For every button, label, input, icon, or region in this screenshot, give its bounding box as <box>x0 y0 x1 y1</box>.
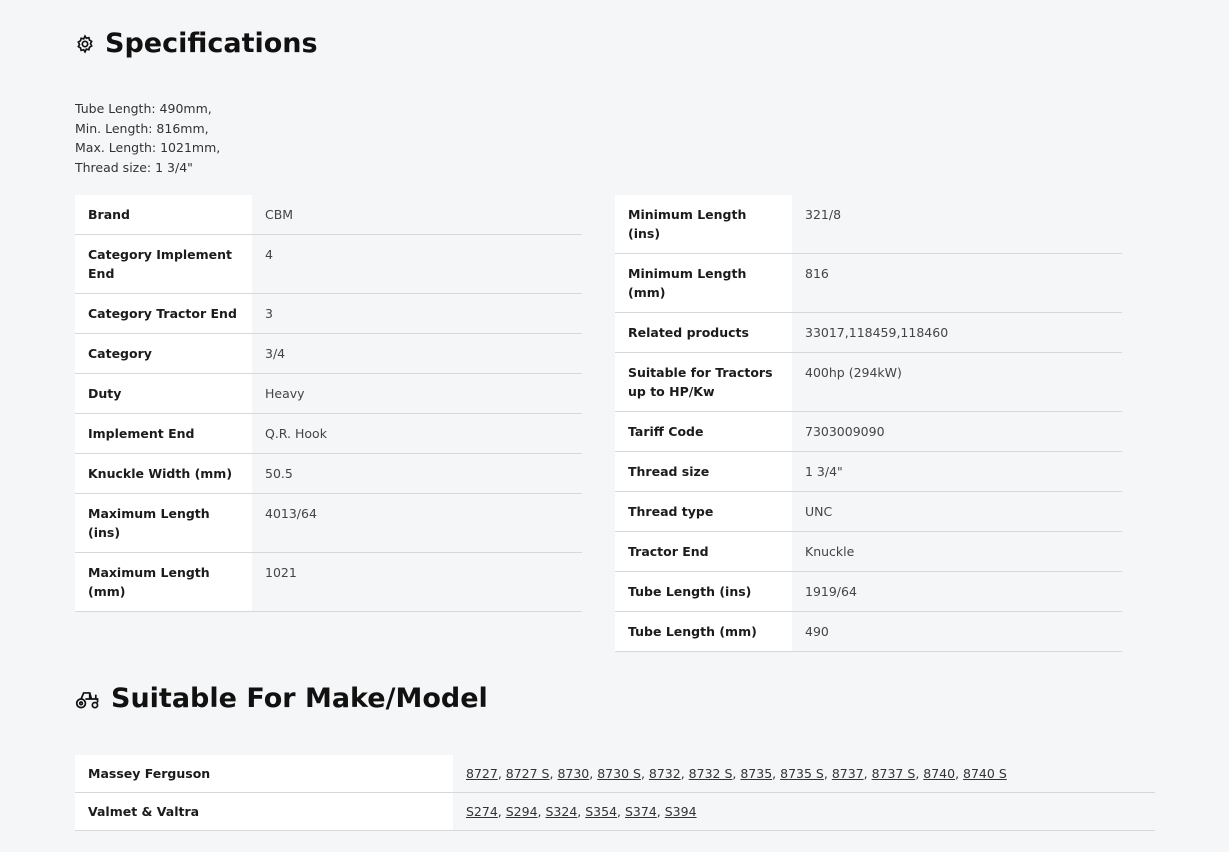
spec-value: Q.R. Hook <box>252 413 582 454</box>
spec-row: Category Implement End 4 <box>75 234 582 294</box>
spec-key: Thread size <box>615 451 792 492</box>
spec-row: Thread size 1 3/4" <box>615 451 1122 492</box>
model-link[interactable]: 8737 <box>832 766 864 781</box>
spec-table-right: Minimum Length (ins) 321/8 Minimum Length … <box>615 195 1122 652</box>
spec-row: Related products 33017,118459,118460 <box>615 312 1122 353</box>
spec-row: Duty Heavy <box>75 373 582 414</box>
spec-value: 400hp (294kW) <box>792 352 1122 412</box>
model-list: S274, S294, S324, S354, S374, S394 <box>453 792 1155 831</box>
spec-table-left: Brand CBM Category Implement End 4 Category … <box>75 195 582 612</box>
model-link[interactable]: S374 <box>625 804 657 819</box>
spec-value: 3/4 <box>252 333 582 374</box>
model-link[interactable]: S394 <box>665 804 697 819</box>
spec-row: Suitable for Tractors up to HP/Kw 400hp (… <box>615 352 1122 412</box>
make-row: Massey Ferguson 8727, 8727 S, 8730, 8730 … <box>75 755 1155 793</box>
spec-key: Brand <box>75 195 252 235</box>
spec-row: Tube Length (mm) 490 <box>615 611 1122 652</box>
summary-line: Min. Length: 816mm, <box>75 120 209 136</box>
spec-key: Suitable for Tractors up to HP/Kw <box>615 352 792 412</box>
make-name: Valmet & Valtra <box>75 792 453 831</box>
spec-key: Tractor End <box>615 531 792 572</box>
make-row: Valmet & Valtra S274, S294, S324, S354, S… <box>75 792 1155 831</box>
specifications-heading: Specifications <box>75 28 318 59</box>
spec-value: Knuckle <box>792 531 1122 572</box>
spec-key: Thread type <box>615 491 792 532</box>
model-link[interactable]: S274 <box>466 804 498 819</box>
spec-key: Tariff Code <box>615 411 792 452</box>
spec-value: UNC <box>792 491 1122 532</box>
spec-value: 490 <box>792 611 1122 652</box>
suitable-heading: Suitable For Make/Model <box>75 683 488 714</box>
spec-value: 50.5 <box>252 453 582 494</box>
make-name: Massey Ferguson <box>75 755 453 793</box>
model-link[interactable]: 8735 <box>740 766 772 781</box>
model-link[interactable]: 8740 <box>923 766 955 781</box>
spec-key: Category Tractor End <box>75 293 252 334</box>
model-link[interactable]: S294 <box>506 804 538 819</box>
spec-row: Maximum Length (mm) 1021 <box>75 552 582 612</box>
suitable-title: Suitable For Make/Model <box>111 683 488 714</box>
spec-value: 7303009090 <box>792 411 1122 452</box>
spec-value: Heavy <box>252 373 582 414</box>
spec-key: Category Implement End <box>75 234 252 294</box>
model-link[interactable]: S324 <box>546 804 578 819</box>
spec-key: Tube Length (mm) <box>615 611 792 652</box>
spec-row: Knuckle Width (mm) 50.5 <box>75 453 582 494</box>
spec-row: Tariff Code 7303009090 <box>615 411 1122 452</box>
spec-key: Duty <box>75 373 252 414</box>
summary-line: Max. Length: 1021mm, <box>75 140 221 155</box>
tractor-icon <box>75 688 101 710</box>
spec-row: Thread type UNC <box>615 491 1122 532</box>
spec-row: Tube Length (ins) 1919/64 <box>615 571 1122 612</box>
spec-key: Related products <box>615 312 792 353</box>
model-link[interactable]: 8730 <box>557 766 589 781</box>
spec-row: Category 3/4 <box>75 333 582 374</box>
spec-key: Minimum Length (mm) <box>615 253 792 313</box>
spec-value: 4 <box>252 234 582 294</box>
spec-key: Tube Length (ins) <box>615 571 792 612</box>
spec-row: Tractor End Knuckle <box>615 531 1122 572</box>
spec-value: 816 <box>792 253 1122 313</box>
spec-key: Maximum Length (ins) <box>75 493 252 553</box>
model-link[interactable]: 8732 <box>649 766 681 781</box>
spec-value: 1021 <box>252 552 582 612</box>
model-link[interactable]: 8740 S <box>963 766 1007 781</box>
model-link[interactable]: 8727 S <box>506 766 550 781</box>
spec-row: Minimum Length (mm) 816 <box>615 253 1122 313</box>
page: Specifications Tube Length: 490mm, Min. … <box>0 0 1229 852</box>
spec-value: 33017,118459,118460 <box>792 312 1122 353</box>
spec-value: 4013/64 <box>252 493 582 553</box>
spec-row: Brand CBM <box>75 195 582 235</box>
spec-value: 3 <box>252 293 582 334</box>
summary-line: Tube Length: 490mm, <box>75 101 212 116</box>
spec-key: Category <box>75 333 252 374</box>
make-model-table: Massey Ferguson 8727, 8727 S, 8730, 8730 … <box>75 755 1155 831</box>
model-link[interactable]: S354 <box>585 804 617 819</box>
model-link[interactable]: 8727 <box>466 766 498 781</box>
model-link[interactable]: 8730 S <box>597 766 641 781</box>
spec-row: Minimum Length (ins) 321/8 <box>615 195 1122 254</box>
spec-value: 321/8 <box>792 195 1122 254</box>
spec-key: Maximum Length (mm) <box>75 552 252 612</box>
model-link[interactable]: 8737 S <box>872 766 916 781</box>
spec-value: 1 3/4" <box>792 451 1122 492</box>
spec-summary: Tube Length: 490mm, Min. Length: 816mm, … <box>75 99 220 177</box>
spec-key: Knuckle Width (mm) <box>75 453 252 494</box>
gear-icon <box>75 33 95 54</box>
specifications-title: Specifications <box>105 28 318 59</box>
spec-value: 1919/64 <box>792 571 1122 612</box>
model-link[interactable]: 8732 S <box>689 766 733 781</box>
spec-key: Implement End <box>75 413 252 454</box>
model-link[interactable]: 8735 S <box>780 766 824 781</box>
model-list: 8727, 8727 S, 8730, 8730 S, 8732, 8732 S… <box>453 755 1155 793</box>
spec-row: Category Tractor End 3 <box>75 293 582 334</box>
summary-line: Thread size: 1 3/4" <box>75 159 193 175</box>
spec-row: Implement End Q.R. Hook <box>75 413 582 454</box>
spec-row: Maximum Length (ins) 4013/64 <box>75 493 582 553</box>
spec-key: Minimum Length (ins) <box>615 195 792 254</box>
spec-value: CBM <box>252 195 582 235</box>
